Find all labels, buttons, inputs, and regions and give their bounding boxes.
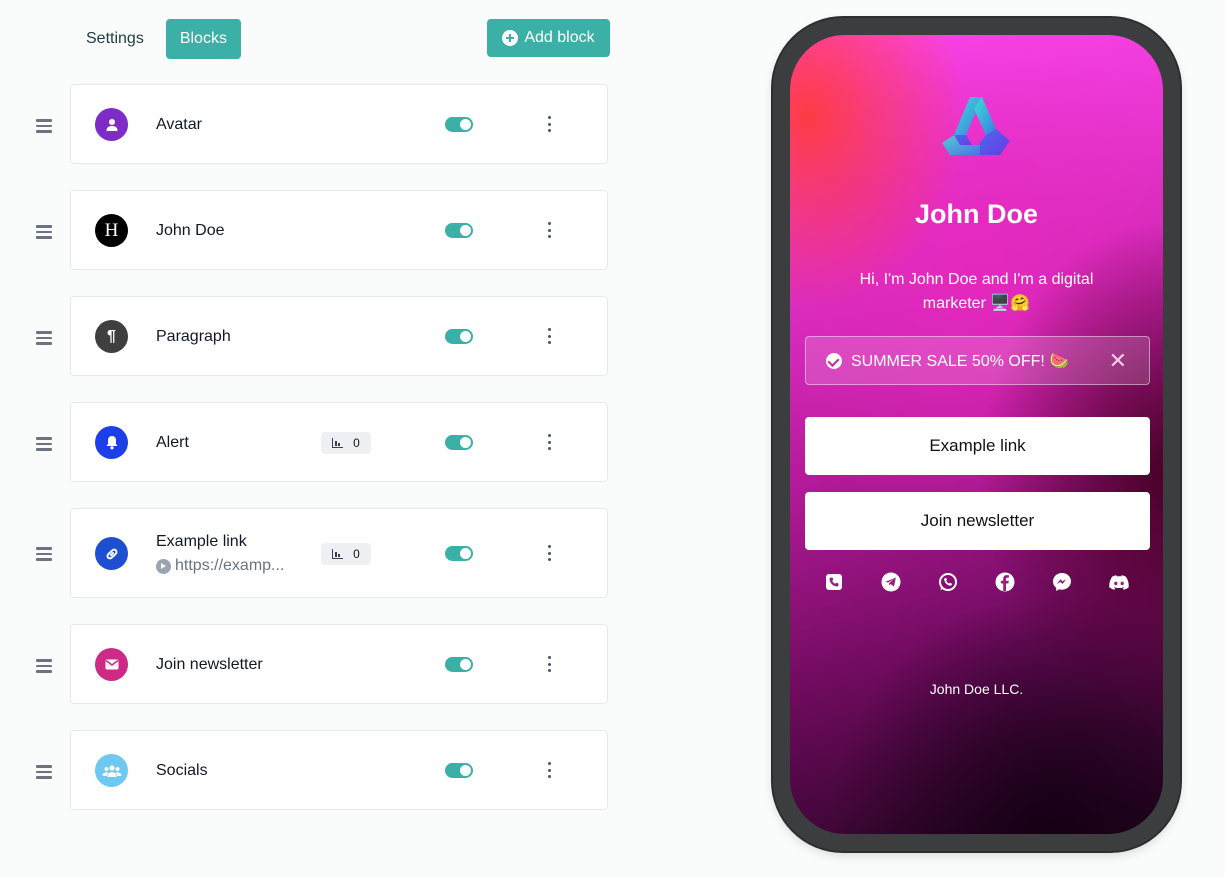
tab-settings[interactable]: Settings bbox=[72, 19, 158, 59]
add-block-button[interactable]: Add block bbox=[487, 19, 610, 57]
alert-banner: SUMMER SALE 50% OFF! 🍉 ✕ bbox=[805, 336, 1150, 385]
drag-handle-icon[interactable] bbox=[36, 765, 52, 779]
add-block-label: Add block bbox=[524, 29, 595, 46]
bar-chart-icon bbox=[332, 549, 344, 559]
block-name: John Doe bbox=[156, 222, 225, 239]
block-card-avatar[interactable]: Avatar bbox=[70, 84, 608, 164]
profile-name: John Doe bbox=[914, 199, 1038, 229]
click-count: 0 bbox=[353, 436, 360, 450]
block-toggle[interactable] bbox=[445, 546, 473, 561]
block-card-link[interactable]: Example link https://examp... 0 bbox=[70, 508, 608, 598]
alert-text: SUMMER SALE 50% OFF! 🍉 bbox=[851, 352, 1070, 370]
telegram-icon[interactable] bbox=[881, 572, 901, 592]
more-options-icon[interactable] bbox=[541, 656, 557, 672]
click-stats-badge[interactable]: 0 bbox=[321, 432, 371, 454]
block-card-alert[interactable]: Alert 0 bbox=[70, 402, 608, 482]
users-icon bbox=[95, 754, 128, 787]
phone-preview: John Doe Hi, I'm John Doe and I'm a digi… bbox=[773, 18, 1180, 851]
facebook-icon[interactable] bbox=[995, 572, 1015, 592]
drag-handle-icon[interactable] bbox=[36, 119, 52, 133]
drag-handle-icon[interactable] bbox=[36, 331, 52, 345]
link-icon bbox=[95, 537, 128, 570]
envelope-icon bbox=[95, 648, 128, 681]
more-options-icon[interactable] bbox=[541, 762, 557, 778]
block-toggle[interactable] bbox=[445, 329, 473, 344]
drag-handle-icon[interactable] bbox=[36, 547, 52, 561]
brand-logo bbox=[942, 97, 1010, 155]
block-url-text: https://examp... bbox=[175, 557, 285, 574]
user-icon bbox=[95, 108, 128, 141]
click-stats-badge[interactable]: 0 bbox=[321, 543, 371, 565]
drag-handle-icon[interactable] bbox=[36, 437, 52, 451]
block-card-socials[interactable]: Socials bbox=[70, 730, 608, 810]
block-card-newsletter[interactable]: Join newsletter bbox=[70, 624, 608, 704]
discord-icon[interactable] bbox=[1109, 572, 1129, 592]
preview-link-button[interactable]: Join newsletter bbox=[805, 492, 1150, 550]
block-toggle[interactable] bbox=[445, 435, 473, 450]
more-options-icon[interactable] bbox=[541, 545, 557, 561]
check-circle-icon bbox=[826, 352, 842, 369]
click-count: 0 bbox=[353, 547, 360, 561]
close-icon[interactable]: ✕ bbox=[1109, 348, 1127, 374]
more-options-icon[interactable] bbox=[541, 116, 557, 132]
block-name: Socials bbox=[156, 762, 208, 779]
tab-blocks[interactable]: Blocks bbox=[165, 19, 241, 59]
block-url: https://examp... bbox=[156, 557, 284, 575]
preview-screen: John Doe Hi, I'm John Doe and I'm a digi… bbox=[790, 35, 1163, 834]
plus-circle-icon bbox=[502, 30, 519, 46]
bar-chart-icon bbox=[332, 438, 344, 448]
messenger-icon[interactable] bbox=[1052, 572, 1072, 592]
block-toggle[interactable] bbox=[445, 223, 473, 238]
more-options-icon[interactable] bbox=[541, 434, 557, 450]
block-toggle[interactable] bbox=[445, 763, 473, 778]
block-name: Paragraph bbox=[156, 328, 231, 345]
bell-icon bbox=[95, 426, 128, 459]
arrow-right-icon bbox=[156, 558, 171, 574]
heading-icon: H bbox=[95, 214, 128, 247]
block-card-heading[interactable]: H John Doe bbox=[70, 190, 608, 270]
block-toggle[interactable] bbox=[445, 657, 473, 672]
block-name: Avatar bbox=[156, 116, 202, 133]
more-options-icon[interactable] bbox=[541, 328, 557, 344]
block-card-paragraph[interactable]: ¶ Paragraph bbox=[70, 296, 608, 376]
editor-tabs: Settings Blocks bbox=[72, 19, 241, 59]
phone-icon[interactable] bbox=[824, 572, 844, 592]
preview-link-button[interactable]: Example link bbox=[805, 417, 1150, 475]
profile-bio: Hi, I'm John Doe and I'm a digital marke… bbox=[859, 271, 1094, 312]
more-options-icon[interactable] bbox=[541, 222, 557, 238]
drag-handle-icon[interactable] bbox=[36, 225, 52, 239]
block-name: Alert bbox=[156, 434, 189, 451]
paragraph-icon: ¶ bbox=[95, 320, 128, 353]
whatsapp-icon[interactable] bbox=[938, 572, 958, 592]
block-name: Join newsletter bbox=[156, 656, 263, 673]
profile-footer: John Doe LLC. bbox=[929, 681, 1024, 697]
drag-handle-icon[interactable] bbox=[36, 659, 52, 673]
social-icons bbox=[790, 572, 1163, 592]
block-name: Example link bbox=[156, 533, 247, 550]
block-toggle[interactable] bbox=[445, 117, 473, 132]
